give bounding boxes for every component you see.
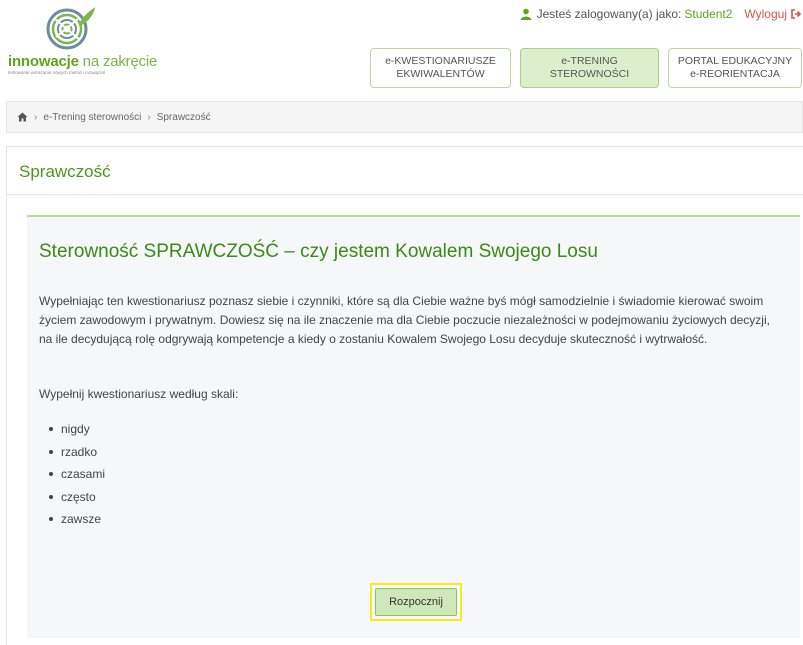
breadcrumb-item-trening[interactable]: e-Trening sterowności	[43, 112, 141, 123]
bullet-icon	[49, 427, 53, 432]
questionnaire-intro: Sterowność SPRAWCZOŚĆ – czy jestem Kowal…	[27, 215, 800, 638]
spiral-leaf-logo-icon	[46, 7, 95, 50]
breadcrumb: › e-Trening sterowności › Sprawczość	[6, 101, 803, 133]
scale-item-label: często	[61, 489, 96, 504]
username-link[interactable]: Student2	[684, 7, 732, 21]
scale-item-label: czasami	[61, 467, 106, 481]
bullet-icon	[49, 517, 53, 522]
nav-tab-line1: e-KWESTIONARIUSZE	[385, 55, 496, 67]
main-nav: e-KWESTIONARIUSZE EKWIWALENTÓW e-TRENING…	[370, 48, 802, 88]
content-panel: Sprawczość Sterowność SPRAWCZOŚĆ – czy j…	[6, 146, 803, 645]
start-button-focus-ring: Rozpocznij	[370, 583, 462, 621]
nav-tab-line1: e-TRENING	[561, 55, 618, 67]
home-icon[interactable]	[17, 112, 28, 122]
scale-item: czasami	[49, 463, 105, 486]
brand-tagline: testowanie wdrażanie nowych metod i rozw…	[8, 70, 106, 75]
scale-item: nigdy	[49, 418, 105, 441]
brand-bold: innowacje	[8, 53, 79, 70]
nav-tab-line2: e-REORIENTACJA	[690, 68, 780, 80]
user-bar: Jesteś zalogowany(a) jako: Student2 Wylo…	[520, 7, 801, 21]
scale-item: rzadko	[49, 441, 105, 464]
scale-item-label: zawsze	[61, 512, 102, 526]
user-icon	[520, 8, 532, 20]
scale-lead-text: Wypełnij kwestionariusz według skali:	[39, 387, 239, 401]
questionnaire-description: Wypełniając ten kwestionariusz poznasz s…	[39, 294, 770, 346]
start-button[interactable]: Rozpocznij	[375, 588, 457, 616]
scale-item: często	[49, 486, 105, 509]
breadcrumb-separator: ›	[147, 111, 151, 123]
logout-link[interactable]: Wyloguj	[744, 7, 787, 21]
nav-tab-line1: PORTAL EDUKACYJNY	[677, 55, 793, 67]
scale-list: nigdy rzadko czasami często zawsze	[49, 418, 105, 531]
nav-tab-trening[interactable]: e-TRENING STEROWNOŚCI	[520, 48, 659, 88]
nav-tab-kwestionariusze[interactable]: e-KWESTIONARIUSZE EKWIWALENTÓW	[370, 48, 511, 88]
sign-out-icon[interactable]	[791, 9, 801, 19]
nav-tab-portal[interactable]: PORTAL EDUKACYJNY e-REORIENTACJA	[668, 48, 802, 88]
page-title: Sprawczość	[7, 147, 803, 195]
questionnaire-title: Sterowność SPRAWCZOŚĆ – czy jestem Kowal…	[39, 241, 598, 262]
breadcrumb-item-current: Sprawczość	[156, 111, 211, 123]
bullet-icon	[49, 449, 53, 454]
breadcrumb-separator: ›	[34, 111, 38, 123]
bullet-icon	[49, 494, 53, 499]
logged-in-label: Jesteś zalogowany(a) jako:	[536, 7, 682, 21]
brand-rest: na zakręcie	[78, 53, 158, 70]
brand-name: innowacje na zakręcie	[8, 53, 157, 70]
scale-item: zawsze	[49, 508, 105, 531]
nav-tab-line2: STEROWNOŚCI	[549, 68, 630, 80]
scale-item-label: nigdy	[61, 422, 90, 436]
bullet-icon	[49, 472, 53, 477]
scale-item-label: rzadko	[61, 444, 98, 459]
nav-tab-line2: EKWIWALENTÓW	[396, 68, 485, 80]
